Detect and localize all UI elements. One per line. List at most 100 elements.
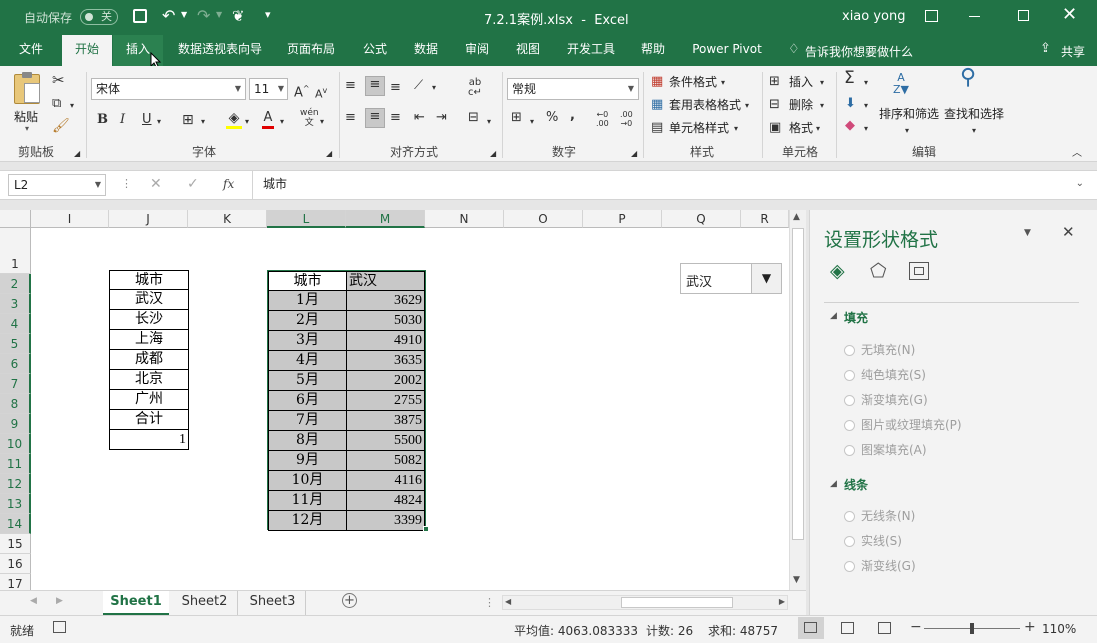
- zoom-level[interactable]: 110%: [1042, 622, 1076, 636]
- accounting-dropdown-icon[interactable]: ▾: [530, 114, 534, 130]
- delete-cells-icon[interactable]: ⊟: [769, 97, 780, 113]
- orientation-dropdown-icon[interactable]: ▾: [432, 80, 436, 96]
- combo-dropdown-button[interactable]: ▼: [751, 264, 781, 293]
- cell-styles-button[interactable]: 单元格样式: [669, 120, 729, 136]
- underline-dropdown-icon[interactable]: ▾: [157, 114, 161, 130]
- table-month-cell[interactable]: 5月: [268, 371, 347, 391]
- conditional-format-icon[interactable]: ▦: [651, 74, 663, 90]
- customize-toolbar-icon[interactable]: ▾: [265, 8, 271, 21]
- add-sheet-icon[interactable]: +: [342, 593, 357, 608]
- expand-formula-bar-icon[interactable]: ⌄: [1076, 171, 1084, 197]
- page-break-view-icon[interactable]: [878, 622, 891, 634]
- row-header[interactable]: 1: [0, 254, 31, 274]
- scroll-right-icon[interactable]: ▶: [779, 597, 785, 606]
- row-header[interactable]: 14: [0, 514, 31, 534]
- line-option-gradient[interactable]: 渐变线(G): [844, 557, 916, 574]
- clear-dropdown-icon[interactable]: ▾: [864, 121, 868, 137]
- city-combo-box[interactable]: 武汉 ▼: [680, 263, 782, 294]
- scroll-left-icon[interactable]: ◀: [505, 597, 511, 606]
- table-month-cell[interactable]: 4月: [268, 351, 347, 371]
- zoom-slider-thumb[interactable]: [970, 623, 974, 634]
- table-month-cell[interactable]: 1月: [268, 291, 347, 311]
- collapse-line-icon[interactable]: ◢: [830, 479, 837, 489]
- index-cell[interactable]: 1: [109, 430, 189, 450]
- line-option-none[interactable]: 无线条(N): [844, 507, 915, 524]
- phonetic-dropdown-icon[interactable]: ▾: [320, 114, 324, 130]
- font-color-dropdown-icon[interactable]: ▾: [280, 114, 284, 130]
- fill-handle[interactable]: [423, 526, 429, 532]
- align-top-icon[interactable]: ≡: [345, 78, 356, 94]
- column-header-o[interactable]: O: [504, 210, 583, 228]
- table-header-city[interactable]: 城市: [268, 271, 347, 291]
- autosave-toggle[interactable]: 关: [80, 9, 118, 25]
- sort-filter-button[interactable]: 排序和筛选: [879, 106, 939, 122]
- sheet-tab-sheet1[interactable]: Sheet1: [103, 591, 169, 615]
- column-header-p[interactable]: P: [583, 210, 662, 228]
- italic-button[interactable]: I: [120, 112, 125, 128]
- row-header[interactable]: 5: [0, 334, 31, 354]
- normal-view-icon[interactable]: [798, 617, 824, 639]
- city-list-cell[interactable]: 上海: [109, 330, 189, 350]
- table-month-cell[interactable]: 10月: [268, 471, 347, 491]
- merge-dropdown-icon[interactable]: ▾: [487, 114, 491, 130]
- tab-page-layout[interactable]: 页面布局: [280, 35, 342, 66]
- status-average[interactable]: 平均值: 4063.083333: [514, 622, 638, 639]
- cancel-entry-icon[interactable]: ✕: [150, 176, 162, 192]
- row-header[interactable]: 6: [0, 354, 31, 374]
- table-value-cell[interactable]: 4116: [346, 471, 425, 491]
- fill-color-dropdown-icon[interactable]: ▾: [245, 114, 249, 130]
- find-select-dropdown-icon[interactable]: ▾: [972, 123, 976, 139]
- border-dropdown-icon[interactable]: ▾: [201, 114, 205, 130]
- font-size-select[interactable]: 11 ▼: [249, 78, 288, 100]
- city-list-cell[interactable]: 武汉: [109, 290, 189, 310]
- delete-cells-dropdown-icon[interactable]: ▾: [820, 98, 824, 114]
- paste-dropdown-icon[interactable]: ▾: [25, 124, 29, 133]
- bold-button[interactable]: B: [97, 112, 108, 128]
- tab-data[interactable]: 数据: [405, 35, 447, 66]
- confirm-entry-icon[interactable]: ✓: [187, 176, 199, 192]
- alignment-launcher-icon[interactable]: ◢: [490, 146, 496, 162]
- sort-filter-icon[interactable]: A Z▼: [893, 72, 909, 96]
- collapse-ribbon-icon[interactable]: ︿: [1072, 146, 1082, 162]
- clipboard-launcher-icon[interactable]: ◢: [74, 146, 80, 162]
- next-sheet-icon[interactable]: ▶: [56, 596, 63, 606]
- clear-icon[interactable]: ◆: [845, 118, 855, 134]
- table-month-cell[interactable]: 7月: [268, 411, 347, 431]
- fill-line-tab-icon[interactable]: ◈: [830, 260, 845, 282]
- column-header-q[interactable]: Q: [662, 210, 741, 228]
- phonetic-button[interactable]: wén 文: [300, 108, 319, 128]
- row-header[interactable]: 13: [0, 494, 31, 514]
- sort-filter-dropdown-icon[interactable]: ▾: [905, 123, 909, 139]
- accounting-format-icon[interactable]: ⊞: [511, 110, 522, 126]
- row-header[interactable]: 7: [0, 374, 31, 394]
- table-value-cell[interactable]: 2755: [346, 391, 425, 411]
- page-layout-view-icon[interactable]: [841, 622, 854, 634]
- format-cells-button[interactable]: 格式: [789, 120, 813, 136]
- cut-icon[interactable]: ✂: [52, 72, 65, 88]
- font-color-icon[interactable]: A: [262, 110, 274, 129]
- align-right-icon[interactable]: ≡: [390, 110, 401, 126]
- tab-home[interactable]: 开始: [62, 35, 112, 66]
- delete-cells-button[interactable]: 删除: [789, 97, 813, 113]
- tab-view[interactable]: 视图: [507, 35, 549, 66]
- border-icon[interactable]: ⊞: [182, 112, 194, 128]
- conditional-format-button[interactable]: 条件格式: [669, 74, 717, 90]
- row-header[interactable]: 2: [0, 274, 31, 294]
- align-middle-icon[interactable]: ≡: [365, 76, 385, 96]
- format-as-table-button[interactable]: 套用表格格式: [669, 97, 741, 113]
- font-name-select[interactable]: 宋体 ▼: [91, 78, 246, 100]
- table-value-cell[interactable]: 2002: [346, 371, 425, 391]
- close-pane-icon[interactable]: ✕: [1062, 223, 1075, 241]
- name-box[interactable]: L2 ▼: [8, 174, 106, 196]
- table-value-cell[interactable]: 4824: [346, 491, 425, 511]
- align-bottom-icon[interactable]: ≡: [390, 80, 401, 96]
- tab-formulas[interactable]: 公式: [354, 35, 396, 66]
- table-month-cell[interactable]: 12月: [268, 511, 347, 531]
- column-header-r[interactable]: R: [741, 210, 789, 228]
- status-sum[interactable]: 求和: 48757: [708, 622, 778, 639]
- horizontal-scroll-thumb[interactable]: [621, 597, 733, 608]
- close-window-icon[interactable]: ✕: [1062, 4, 1077, 25]
- fill-option-solid[interactable]: 纯色填充(S): [844, 366, 926, 383]
- tab-developer[interactable]: 开发工具: [558, 35, 624, 66]
- autosum-dropdown-icon[interactable]: ▾: [864, 75, 868, 91]
